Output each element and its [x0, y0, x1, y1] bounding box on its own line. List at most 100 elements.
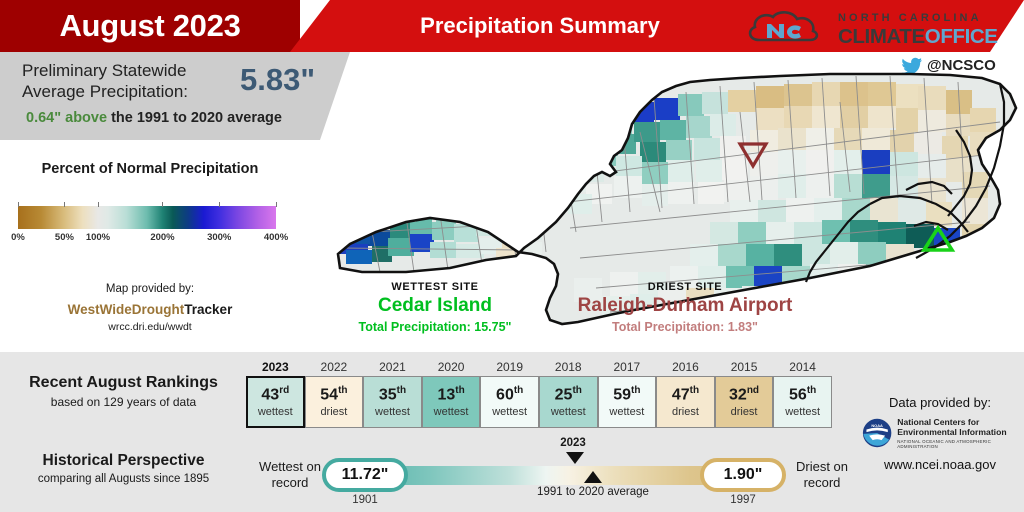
ranking-cell[interactable]: 43rd wettest — [246, 376, 305, 428]
logo-wordmark-office: CLIMATEOFFICE — [838, 25, 998, 49]
page-title-summary: Precipitation Summary — [420, 13, 660, 38]
legend-tick-label: 0% — [11, 232, 25, 243]
legend-tick-label: 400% — [263, 232, 289, 243]
wettest-site-callout: WETTEST SITE Cedar Island Total Precipit… — [320, 281, 550, 334]
wettest-site-total: Total Precipitation: 15.75" — [358, 320, 512, 334]
ranking-direction: wettest — [609, 406, 645, 419]
ranking-cell[interactable]: 59th wettest — [597, 376, 657, 428]
cloud-nc-monogram-icon — [748, 11, 819, 42]
data-credit-lead: Data provided by: — [889, 395, 991, 410]
ranking-cell[interactable]: 13th wettest — [421, 376, 481, 428]
map-credit-lead: Map provided by: — [105, 283, 195, 295]
map-credit-brand[interactable]: WestWideDroughtTracker — [10, 302, 290, 317]
legend-colorbar — [18, 206, 276, 229]
historical-heading: Historical Perspective — [42, 452, 205, 469]
legend-title: Percent of Normal Precipitation — [41, 161, 259, 177]
legend-tick-mark — [162, 202, 164, 207]
ranking-value: 25th — [554, 384, 582, 404]
noaa-agency-line-2: Environmental Information — [897, 427, 1007, 438]
ranking-value: 59th — [613, 384, 641, 404]
statewide-average-value: 5.83" — [240, 62, 316, 97]
data-credit-block: Data provided by: NOAA National Centers … — [862, 395, 1018, 472]
ranking-value: 35th — [378, 384, 407, 404]
ranking-direction: wettest — [257, 406, 293, 419]
noaa-agency-sub: NATIONAL OCEANIC AND ATMOSPHERIC ADMINIS… — [897, 439, 992, 450]
current-year-marker-icon — [566, 452, 584, 464]
rankings-year-row: 2023 2022 2021 2020 2019 2018 2017 2016 2015 2014 — [246, 360, 832, 374]
legend-tick-label: 300% — [207, 232, 232, 243]
rankings-heading: Recent August Rankings — [29, 374, 218, 391]
noaa-logo-row: NOAA National Centers for Environmental … — [862, 416, 1018, 450]
legend-tick-mark — [64, 202, 66, 207]
noaa-agency-text: National Centers for Environmental Infor… — [897, 417, 1018, 450]
map-credit-url[interactable]: wrcc.dri.edu/wwdt — [10, 321, 290, 333]
departure-value: 0.64" above — [26, 110, 108, 126]
rankings-year-label: 2021 — [379, 360, 406, 374]
ranking-value: 54th — [320, 384, 348, 404]
ranking-direction: wettest — [785, 406, 821, 419]
rankings-subheading: based on 129 years of data — [50, 395, 197, 409]
ranking-value: 13th — [437, 384, 465, 404]
legend-tick-mark — [219, 202, 221, 207]
ranking-cell[interactable]: 35th wettest — [363, 376, 422, 428]
ranking-cell[interactable]: 54th driest — [304, 376, 364, 428]
brand-part-2: Tracker — [184, 302, 233, 317]
rankings-year-label: 2014 — [789, 360, 816, 374]
legend-tick-mark — [276, 202, 277, 207]
rankings-cell-row: 43rd wettest 54th driest 35th wettest 13th wett… — [246, 376, 832, 428]
data-credit-url[interactable]: www.ncei.noaa.gov — [862, 457, 1018, 472]
ranking-direction: wettest — [375, 406, 410, 419]
driest-site-callout: DRIEST SITE Raleigh-Durham Airport Total… — [570, 281, 800, 334]
driest-site-total: Total Precipitation: 1.83" — [611, 320, 758, 334]
driest-site-kicker: DRIEST SITE — [647, 281, 723, 293]
ranking-cell[interactable]: 56th wettest — [773, 376, 832, 428]
driest-on-record-value: 1.90" — [700, 458, 786, 492]
legend-tick-mark — [97, 202, 99, 207]
rankings-year-label: 2018 — [554, 360, 582, 374]
rankings-year-label: 2016 — [672, 360, 699, 374]
departure-period: the 1991 to 2020 average — [107, 110, 282, 126]
ranking-value: 60th — [496, 384, 524, 404]
legend-tick-label: 50% — [54, 232, 74, 243]
brand-part-1: WestWideDrought — [67, 302, 185, 317]
ranking-cell[interactable]: 47th driest — [656, 376, 715, 428]
rankings-year-label: 2023 — [261, 360, 289, 374]
logo-wordmark-state: NORTH CAROLINA — [838, 12, 982, 24]
wettest-site-kicker: WETTEST SITE — [391, 281, 479, 293]
driest-on-record-label: Driest on record — [795, 459, 849, 490]
ranking-direction: driest — [672, 406, 699, 419]
rankings-heading-block: Recent August Rankings based on 129 year… — [16, 374, 231, 409]
legend-tick-label: 200% — [150, 232, 175, 243]
rankings-year-label: 2015 — [730, 360, 758, 374]
average-marker-icon — [584, 471, 602, 483]
wettest-site-name: Cedar Island — [377, 295, 493, 316]
rankings-year-label: 2017 — [613, 360, 641, 374]
ranking-cell[interactable]: 25th wettest — [538, 376, 598, 428]
ranking-cell[interactable]: 32nd driest — [714, 376, 774, 428]
legend-tick-mark — [18, 202, 19, 207]
page-title-month: August 2023 — [59, 8, 241, 43]
driest-site-name: Raleigh-Durham Airport — [577, 295, 793, 316]
wettest-on-record-value: 11.72" — [322, 458, 408, 492]
ranking-direction: driest — [320, 406, 348, 419]
statewide-average-label: Preliminary Statewide Average Precipitat… — [22, 61, 189, 101]
wettest-on-record-label: Wettest on record — [259, 459, 321, 490]
rankings-year-label: 2022 — [320, 360, 348, 374]
ranking-value: 47th — [671, 384, 700, 404]
ranking-direction: wettest — [550, 406, 586, 419]
driest-on-record-year: 1997 — [730, 494, 756, 506]
ranking-direction: driest — [730, 406, 758, 419]
rankings-year-label: 2019 — [496, 360, 524, 374]
historical-heading-block: Historical Perspective comparing all Aug… — [16, 452, 231, 485]
average-marker-label: 1991 to 2020 average — [537, 486, 649, 498]
ranking-value: 43rd — [261, 384, 290, 404]
historical-subheading: comparing all Augusts since 1895 — [37, 473, 210, 485]
departure-from-normal: 0.64" above the 1991 to 2020 average — [26, 110, 282, 126]
noaa-seal-icon: NOAA — [862, 418, 892, 448]
ranking-value: 56th — [789, 384, 817, 404]
ranking-cell[interactable]: 60th wettest — [480, 376, 539, 428]
current-year-marker-label: 2023 — [560, 437, 586, 449]
twitter-handle: @NCSCO — [927, 56, 996, 74]
legend-tick-label: 100% — [85, 232, 111, 243]
ranking-direction: wettest — [492, 406, 528, 419]
